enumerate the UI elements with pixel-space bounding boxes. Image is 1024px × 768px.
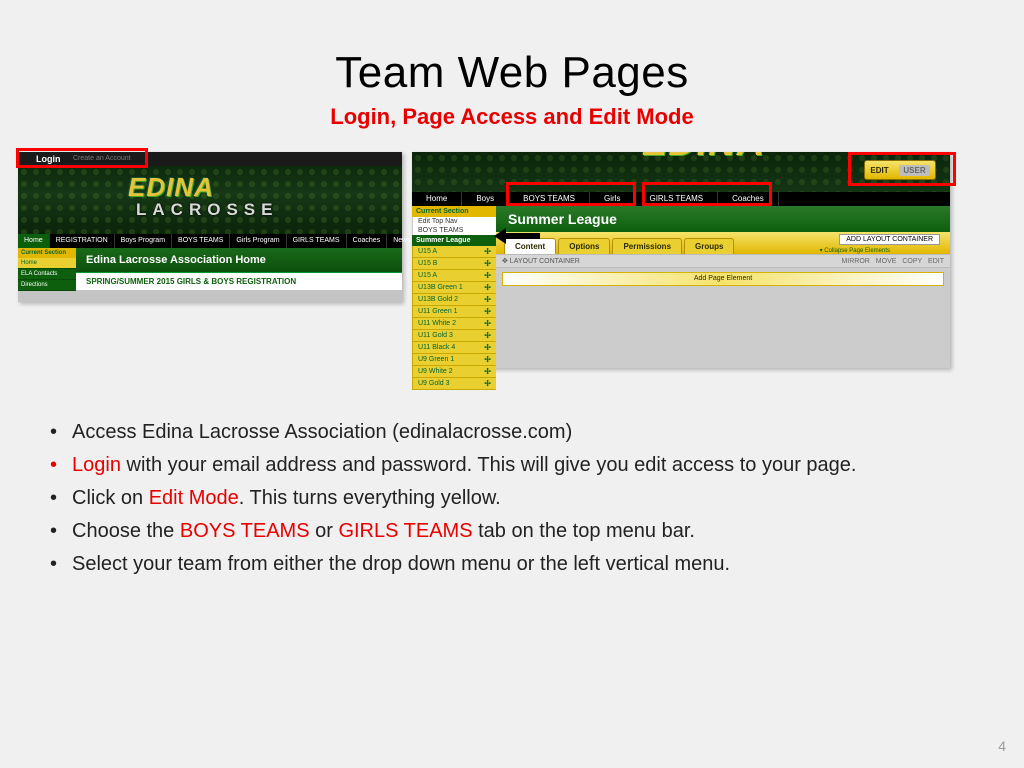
nav-coaches[interactable]: Coaches — [718, 192, 779, 206]
nav-boys[interactable]: Boys — [462, 192, 509, 206]
sidebar-item[interactable]: U9 Gold 3✢ — [412, 378, 496, 390]
slide-subtitle: Login, Page Access and Edit Mode — [0, 104, 1024, 130]
edit-mode-toggle[interactable]: EDIT USER — [864, 160, 936, 180]
bullet-3: Click on Edit Mode. This turns everythin… — [46, 484, 968, 513]
sidebar-item[interactable]: U15 B✢ — [412, 258, 496, 270]
bullet-5: Select your team from either the drop do… — [46, 550, 968, 579]
nav-boys-teams[interactable]: BOYS TEAMS — [509, 192, 590, 206]
site-banner: EDINA EDIT USER — [412, 152, 950, 192]
tab-row: Content Options Permissions Groups ADD L… — [496, 232, 950, 254]
registration-headline: SPRING/SUMMER 2015 GIRLS & BOYS REGISTRA… — [76, 273, 402, 290]
sidebar-item-home[interactable]: Home — [18, 258, 76, 269]
login-link[interactable]: Login — [36, 152, 61, 166]
lc-mirror[interactable]: MIRROR — [841, 258, 869, 265]
screenshot-left: Login Create an Account EDINA LACROSSE H… — [18, 152, 402, 302]
sidebar-item-directions[interactable]: Directions — [18, 280, 76, 291]
page-heading: Edina Lacrosse Association Home — [76, 248, 402, 273]
nav-home[interactable]: Home — [18, 234, 50, 248]
add-page-element-button[interactable]: Add Page Element — [502, 272, 944, 286]
user-mode-label: USER — [899, 165, 929, 176]
nav-coaches[interactable]: Coaches — [347, 234, 388, 248]
section-label: Summer League — [412, 235, 496, 246]
left-main: Edina Lacrosse Association Home SPRING/S… — [76, 248, 402, 290]
right-main: Summer League Content Options Permission… — [496, 206, 950, 368]
nav-girls-teams[interactable]: GIRLS TEAMS — [287, 234, 347, 248]
logo-line1: EDINA — [128, 172, 214, 203]
collapse-elements-link[interactable]: ▾ Collapse Page Elements — [820, 247, 890, 254]
nav-boys-teams[interactable]: BOYS TEAMS — [172, 234, 230, 248]
bullet-2: Login with your email address and passwo… — [46, 451, 968, 480]
tab-options[interactable]: Options — [558, 238, 610, 254]
sidebar-item[interactable]: U9 Green 1✢ — [412, 354, 496, 366]
nav-registration[interactable]: REGISTRATION — [50, 234, 115, 248]
site-banner: EDINA LACROSSE — [18, 166, 402, 234]
right-sidebar: Current Section Edit Top Nav BOYS TEAMS … — [412, 206, 496, 368]
nav-girls-teams[interactable]: GIRLS TEAMS — [635, 192, 718, 206]
summer-league-heading: Summer League — [496, 206, 950, 232]
lc-edit[interactable]: EDIT — [928, 258, 944, 265]
nav-girls[interactable]: Girls — [590, 192, 635, 206]
sidebar-item[interactable]: U11 Black 4✢ — [412, 342, 496, 354]
nav-home[interactable]: Home — [412, 192, 462, 206]
sidebar-item-contacts[interactable]: ELA Contacts — [18, 269, 76, 280]
sidebar-header: Current Section — [18, 248, 76, 258]
lc-move[interactable]: MOVE — [876, 258, 897, 265]
add-layout-container-button[interactable]: ADD LAYOUT CONTAINER — [839, 234, 940, 245]
edit-label: EDIT — [870, 166, 888, 175]
slide-title: Team Web Pages — [0, 48, 1024, 98]
instructions-list: Access Edina Lacrosse Association (edina… — [46, 418, 968, 583]
main-nav: Home Boys BOYS TEAMS Girls GIRLS TEAMS C… — [412, 192, 950, 206]
sidebar-item[interactable]: U11 Green 1✢ — [412, 306, 496, 318]
edit-top-nav[interactable]: Edit Top Nav — [412, 217, 496, 226]
sidebar-item[interactable]: U9 White 2✢ — [412, 366, 496, 378]
sidebar-item[interactable]: U11 Gold 3✢ — [412, 330, 496, 342]
create-account-link[interactable]: Create an Account — [73, 152, 131, 166]
tab-groups[interactable]: Groups — [684, 238, 734, 254]
sidebar-item[interactable]: U15 A✢ — [412, 246, 496, 258]
bullet-4: Choose the BOYS TEAMS or GIRLS TEAMS tab… — [46, 517, 968, 546]
nav-boys-program[interactable]: Boys Program — [115, 234, 172, 248]
tab-permissions[interactable]: Permissions — [612, 238, 682, 254]
sidebar-header: Current Section — [412, 206, 496, 217]
topbar: Login Create an Account — [18, 152, 402, 166]
boys-teams-caption[interactable]: BOYS TEAMS — [412, 226, 496, 235]
left-sidebar: Current Section Home ELA Contacts Direct… — [18, 248, 76, 291]
sidebar-item[interactable]: U13B Gold 2✢ — [412, 294, 496, 306]
sidebar-item[interactable]: U13B Green 1✢ — [412, 282, 496, 294]
layout-container-label: ✥ LAYOUT CONTAINER — [502, 257, 580, 265]
lc-copy[interactable]: COPY — [902, 258, 922, 265]
logo-line2: LACROSSE — [136, 200, 278, 220]
screenshot-right: EDINA EDIT USER Home Boys BOYS TEAMS Gir… — [412, 152, 950, 368]
tab-content[interactable]: Content — [504, 238, 556, 254]
logo-line1: EDINA — [642, 152, 765, 165]
sidebar-item[interactable]: U15 A✢ — [412, 270, 496, 282]
main-nav: Home REGISTRATION Boys Program BOYS TEAM… — [18, 234, 402, 248]
sidebar-item[interactable]: U11 White 2✢ — [412, 318, 496, 330]
page-number: 4 — [998, 738, 1006, 754]
layout-container-bar: ✥ LAYOUT CONTAINER MIRROR MOVE COPY EDIT — [496, 254, 950, 268]
nav-girls-program[interactable]: Girls Program — [230, 234, 286, 248]
bullet-1: Access Edina Lacrosse Association (edina… — [46, 418, 968, 447]
